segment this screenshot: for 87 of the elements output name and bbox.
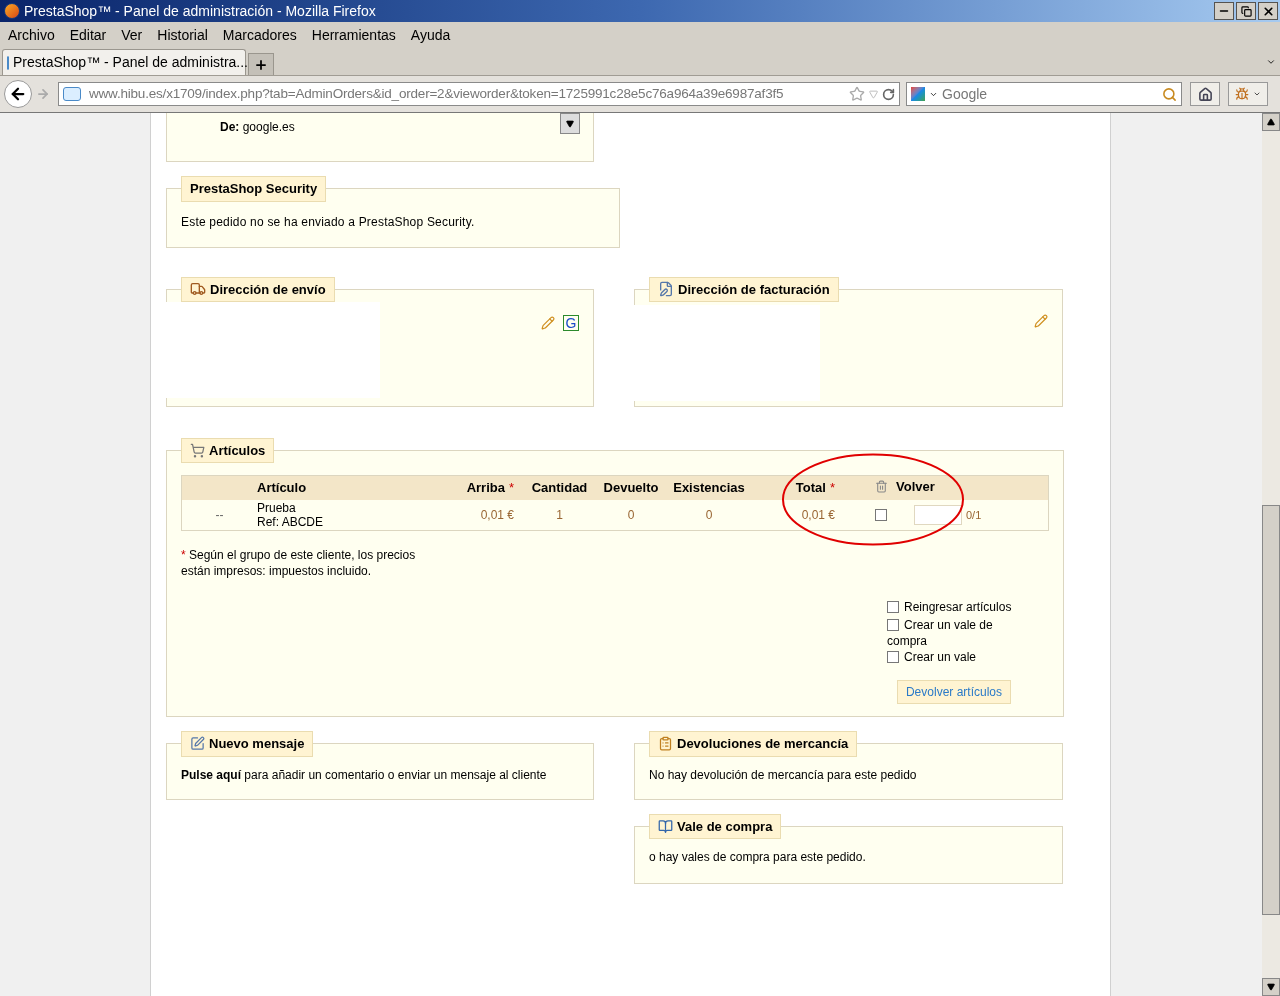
- vouchers-text: o hay vales de compra para este pedido.: [649, 849, 867, 866]
- message-text: Pulse aquí para añadir un comentario o enviar un mensaje al cliente: [181, 766, 548, 784]
- column-header: Artículo: [257, 479, 308, 498]
- caret-icon: [1253, 90, 1261, 98]
- menu-item[interactable]: Marcadores: [222, 24, 297, 46]
- map-link[interactable]: G: [563, 315, 579, 331]
- column-header: Cantidad: [530, 479, 589, 498]
- back-icon: [9, 85, 27, 103]
- checkbox[interactable]: [875, 509, 887, 521]
- table-cell-text: 0,01 €: [479, 507, 515, 524]
- table-cell-text: --: [214, 507, 225, 524]
- returns-text: No hay devolución de mercancía para este pedido: [649, 766, 918, 784]
- option-label[interactable]: Crear un vale de compra: [887, 617, 1023, 649]
- search-icon[interactable]: [1162, 86, 1177, 102]
- restore-icon: [1240, 5, 1252, 17]
- edit-icon[interactable]: [541, 316, 555, 331]
- panel-title-text: Artículos: [209, 441, 266, 460]
- addon-button[interactable]: [1228, 82, 1268, 106]
- tab-title: PrestaShop™ - Panel de administra...: [13, 53, 248, 72]
- quantity-input[interactable]: [914, 505, 962, 525]
- scroll-down-icon[interactable]: [1262, 978, 1280, 996]
- close-button[interactable]: [1258, 2, 1278, 20]
- panel-title-text: PrestaShop Security: [190, 180, 318, 198]
- address-field[interactable]: www.hibu.es/x1709/index.php?tab=AdminOrders&id_order=2&vieworder&token=1725991c28e5c76a964a39e6987af3f5: [58, 82, 900, 106]
- notepad-icon: [658, 281, 674, 298]
- plus-icon: [254, 57, 268, 72]
- home-icon: [1197, 86, 1213, 102]
- option-label[interactable]: Crear un vale: [887, 649, 977, 665]
- bug-icon: [1235, 87, 1249, 101]
- checkbox[interactable]: [887, 651, 899, 663]
- caret-icon: [566, 119, 574, 128]
- scroll-thumb[interactable]: [1262, 505, 1280, 915]
- max-quantity: 0/1: [966, 507, 982, 523]
- scroll-up-icon[interactable]: [1262, 113, 1280, 131]
- menu-item[interactable]: Ayuda: [410, 24, 451, 46]
- menu-item[interactable]: Historial: [157, 24, 208, 46]
- window-title: PrestaShop™ - Panel de administración - Mozilla Firefox: [24, 1, 376, 21]
- trash-icon: [875, 480, 888, 494]
- dropdown-button[interactable]: [560, 113, 580, 134]
- book-icon: [658, 818, 673, 834]
- truck-icon: [190, 281, 206, 298]
- home-button[interactable]: [1190, 82, 1220, 106]
- clipboard-icon: [658, 736, 673, 752]
- table-cell-text: 0,01 €: [800, 507, 836, 524]
- menu-item[interactable]: Herramientas: [311, 24, 396, 46]
- minimize-button[interactable]: [1214, 2, 1234, 20]
- back-button[interactable]: [4, 80, 32, 108]
- cart-icon: [190, 442, 205, 458]
- table-cell-text: 0: [626, 507, 636, 524]
- notepad-icon: [190, 736, 205, 752]
- panel-title-text: Dirección de envío: [210, 280, 326, 299]
- panel-title-text: Dirección de facturación: [678, 280, 830, 299]
- panel-title-text: Devoluciones de mercancía: [677, 735, 849, 753]
- search-placeholder: Google: [942, 84, 988, 104]
- edit-icon[interactable]: [1034, 314, 1048, 329]
- price-note: * Según el grupo de este cliente, los precios están impresos: impuestos incluido.: [181, 547, 417, 579]
- forward-icon: [36, 87, 50, 101]
- restore-button[interactable]: [1236, 2, 1256, 20]
- checkbox[interactable]: [887, 601, 899, 613]
- panel-title-text: Vale de compra: [677, 817, 773, 836]
- column-header: Devuelto: [602, 479, 660, 498]
- column-header: Total *: [794, 479, 836, 498]
- url-text: www.hibu.es/x1709/index.php?tab=AdminOrders&id_order=2&vieworder&token=1725991c28e5c76a964a39e6987af3f5: [89, 84, 784, 103]
- browser-logo-icon: [4, 3, 20, 19]
- menu-item[interactable]: Archivo: [8, 24, 55, 46]
- menu-item[interactable]: Ver: [121, 24, 143, 46]
- column-header: Arriba *: [465, 479, 515, 498]
- browser-tab[interactable]: PrestaShop™ - Panel de administra...: [2, 49, 246, 75]
- table-cell-text: 1: [555, 507, 564, 524]
- return-button[interactable]: Devolver artículos: [896, 680, 1011, 704]
- product-cell-text: Prueba Ref: ABCDE: [257, 501, 325, 529]
- checkbox[interactable]: [887, 619, 899, 631]
- security-text: Este pedido no se ha enviado a PrestaShop Security.: [181, 213, 476, 231]
- tab-list-icon[interactable]: [1266, 57, 1276, 67]
- referrer-text: De: google.es: [220, 119, 295, 136]
- table-cell-text: 0: [704, 507, 714, 524]
- star-icon[interactable]: [849, 86, 865, 102]
- option-label[interactable]: Reingresar artículos: [887, 599, 1012, 615]
- close-icon: [1261, 4, 1275, 18]
- search-field[interactable]: Google: [906, 82, 1182, 106]
- new-tab-button[interactable]: [248, 53, 274, 75]
- reload-icon[interactable]: [882, 87, 895, 101]
- panel-title-text: Nuevo mensaje: [209, 735, 305, 753]
- menu-item[interactable]: Editar: [69, 24, 107, 46]
- column-label: Volver: [896, 478, 935, 497]
- scrollbar[interactable]: [1262, 113, 1280, 996]
- column-header: Existencias: [672, 479, 746, 498]
